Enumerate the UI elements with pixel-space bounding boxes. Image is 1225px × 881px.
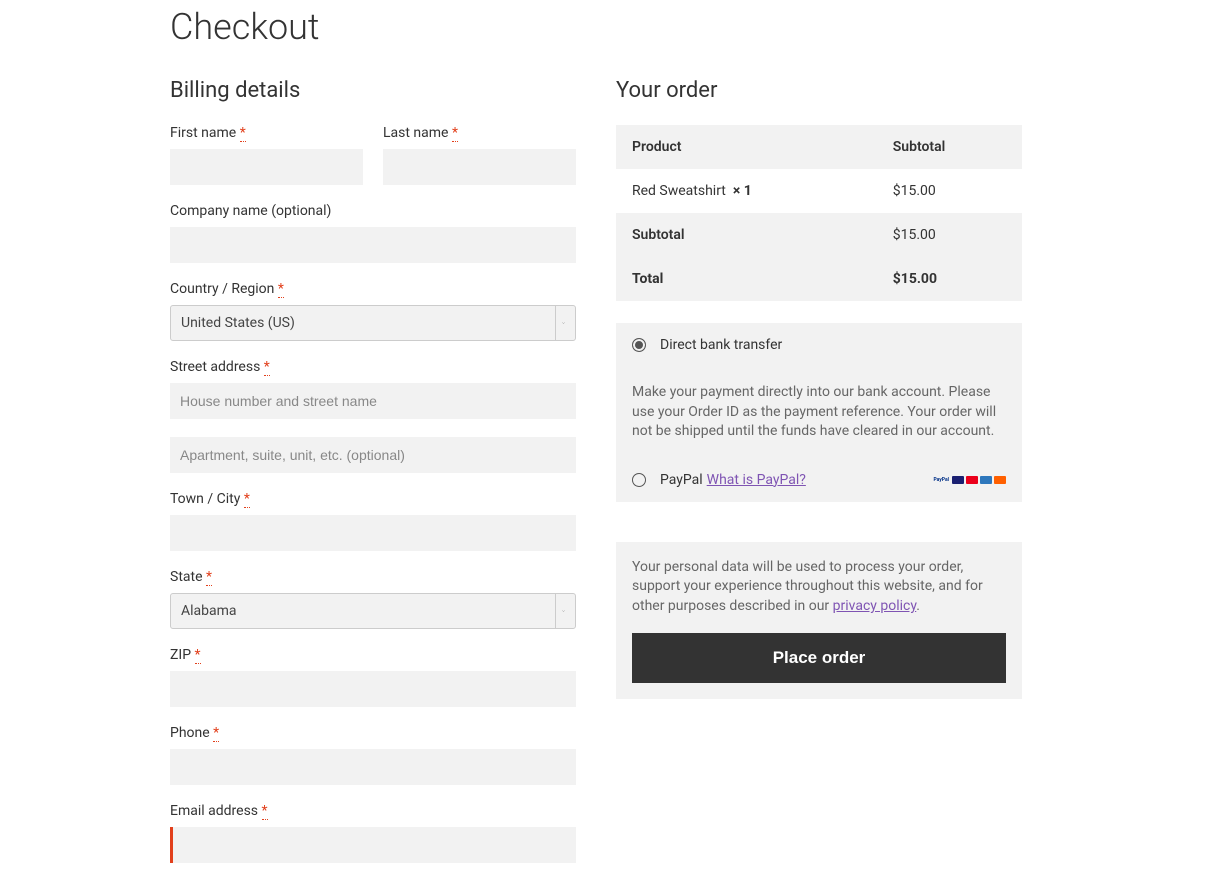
phone-label-text: Phone	[170, 725, 210, 741]
zip-label-text: ZIP	[170, 647, 191, 663]
state-select[interactable]: Alabama	[170, 593, 576, 629]
last-name-field: Last name *	[383, 125, 576, 185]
last-name-label-text: Last name	[383, 125, 448, 141]
order-section: Your order Product Subtotal Red Sweatshi…	[616, 78, 1022, 881]
item-cell: Red Sweatshirt × 1	[616, 169, 877, 213]
radio-checked-icon	[632, 338, 646, 352]
card-icons: PayPal	[933, 476, 1006, 484]
required-mark: *	[244, 491, 250, 508]
email-field: Email address *	[170, 803, 576, 863]
chevron-down-icon	[555, 306, 565, 340]
privacy-text-end: .	[916, 598, 920, 614]
required-mark: *	[213, 725, 219, 742]
street2-input[interactable]	[170, 437, 576, 473]
city-field: Town / City *	[170, 491, 576, 551]
privacy-policy-link[interactable]: privacy policy	[833, 598, 917, 614]
company-label: Company name (optional)	[170, 203, 576, 219]
discover-icon	[994, 476, 1006, 484]
privacy-text: Your personal data will be used to proce…	[632, 559, 983, 614]
country-select[interactable]: United States (US)	[170, 305, 576, 341]
city-label-text: Town / City	[170, 491, 240, 507]
col-product: Product	[616, 125, 877, 169]
country-label-text: Country / Region	[170, 281, 274, 297]
state-value: Alabama	[181, 603, 237, 619]
first-name-label-text: First name	[170, 125, 236, 141]
payment-method-paypal[interactable]: PayPal What is PayPal? PayPal	[616, 458, 1022, 502]
order-heading: Your order	[616, 78, 1022, 103]
payment-method-label: PayPal	[660, 472, 703, 488]
what-is-paypal-link[interactable]: What is PayPal?	[707, 472, 806, 488]
first-name-field: First name *	[170, 125, 363, 185]
order-table: Product Subtotal Red Sweatshirt × 1 $15.…	[616, 125, 1022, 301]
item-price: $15.00	[877, 169, 1022, 213]
last-name-label: Last name *	[383, 125, 576, 141]
email-input[interactable]	[170, 827, 576, 863]
paypal-icon: PayPal	[933, 477, 949, 483]
billing-heading: Billing details	[170, 78, 576, 103]
total-label: Total	[616, 257, 877, 301]
phone-input[interactable]	[170, 749, 576, 785]
required-mark: *	[206, 569, 212, 586]
phone-field: Phone *	[170, 725, 576, 785]
phone-label: Phone *	[170, 725, 576, 741]
subtotal-label: Subtotal	[616, 213, 877, 257]
required-mark: *	[195, 647, 201, 664]
state-field: State * Alabama	[170, 569, 576, 629]
street-input[interactable]	[170, 383, 576, 419]
amex-icon	[980, 476, 992, 484]
item-qty: × 1	[733, 183, 752, 199]
city-label: Town / City *	[170, 491, 576, 507]
payment-methods: Direct bank transfer Make your payment d…	[616, 323, 1022, 502]
zip-label: ZIP *	[170, 647, 576, 663]
billing-section: Billing details First name * Last name *	[170, 78, 576, 881]
street-field: Street address *	[170, 359, 576, 473]
table-row: Red Sweatshirt × 1 $15.00	[616, 169, 1022, 213]
email-label-text: Email address	[170, 803, 258, 819]
total-value: $15.00	[877, 257, 1022, 301]
company-input[interactable]	[170, 227, 576, 263]
subtotal-row: Subtotal $15.00	[616, 213, 1022, 257]
table-header-row: Product Subtotal	[616, 125, 1022, 169]
col-subtotal: Subtotal	[877, 125, 1022, 169]
payment-method-label: Direct bank transfer	[660, 337, 782, 353]
privacy-notice: Your personal data will be used to proce…	[616, 542, 1022, 699]
item-name: Red Sweatshirt	[632, 183, 726, 199]
country-field: Country / Region * United States (US)	[170, 281, 576, 341]
required-mark: *	[240, 125, 246, 142]
required-mark: *	[262, 803, 268, 820]
street-label: Street address *	[170, 359, 576, 375]
street-label-text: Street address	[170, 359, 260, 375]
country-label: Country / Region *	[170, 281, 576, 297]
first-name-input[interactable]	[170, 149, 363, 185]
page-title: Checkout	[170, 6, 1055, 48]
required-mark: *	[278, 281, 284, 298]
chevron-down-icon	[555, 594, 565, 628]
state-label-text: State	[170, 569, 203, 585]
zip-input[interactable]	[170, 671, 576, 707]
last-name-input[interactable]	[383, 149, 576, 185]
subtotal-value: $15.00	[877, 213, 1022, 257]
required-mark: *	[264, 359, 270, 376]
payment-method-description: Make your payment directly into our bank…	[616, 367, 1022, 458]
mastercard-icon	[966, 476, 978, 484]
radio-unchecked-icon	[632, 473, 646, 487]
required-mark: *	[452, 125, 458, 142]
company-field: Company name (optional)	[170, 203, 576, 263]
email-label: Email address *	[170, 803, 576, 819]
payment-method-bank[interactable]: Direct bank transfer	[616, 323, 1022, 367]
visa-icon	[952, 476, 964, 484]
country-value: United States (US)	[181, 315, 295, 331]
zip-field: ZIP *	[170, 647, 576, 707]
total-row: Total $15.00	[616, 257, 1022, 301]
state-label: State *	[170, 569, 576, 585]
first-name-label: First name *	[170, 125, 363, 141]
city-input[interactable]	[170, 515, 576, 551]
place-order-button[interactable]: Place order	[632, 633, 1006, 683]
